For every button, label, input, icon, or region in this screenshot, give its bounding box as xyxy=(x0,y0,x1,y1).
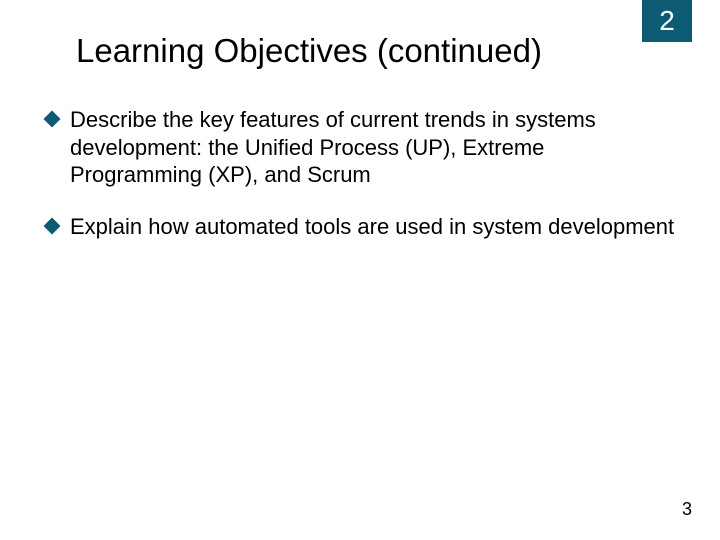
diamond-bullet-icon xyxy=(44,111,61,128)
list-item: Describe the key features of current tre… xyxy=(44,106,680,189)
chapter-number-box: 2 xyxy=(642,0,692,42)
bullet-text: Explain how automated tools are used in … xyxy=(70,213,680,241)
chapter-number: 2 xyxy=(659,5,675,36)
diamond-bullet-icon xyxy=(44,217,61,234)
bullet-list: Describe the key features of current tre… xyxy=(44,106,680,264)
bullet-text: Describe the key features of current tre… xyxy=(70,106,680,189)
slide-title: Learning Objectives (continued) xyxy=(76,32,542,70)
list-item: Explain how automated tools are used in … xyxy=(44,213,680,241)
page-number: 3 xyxy=(682,499,692,520)
